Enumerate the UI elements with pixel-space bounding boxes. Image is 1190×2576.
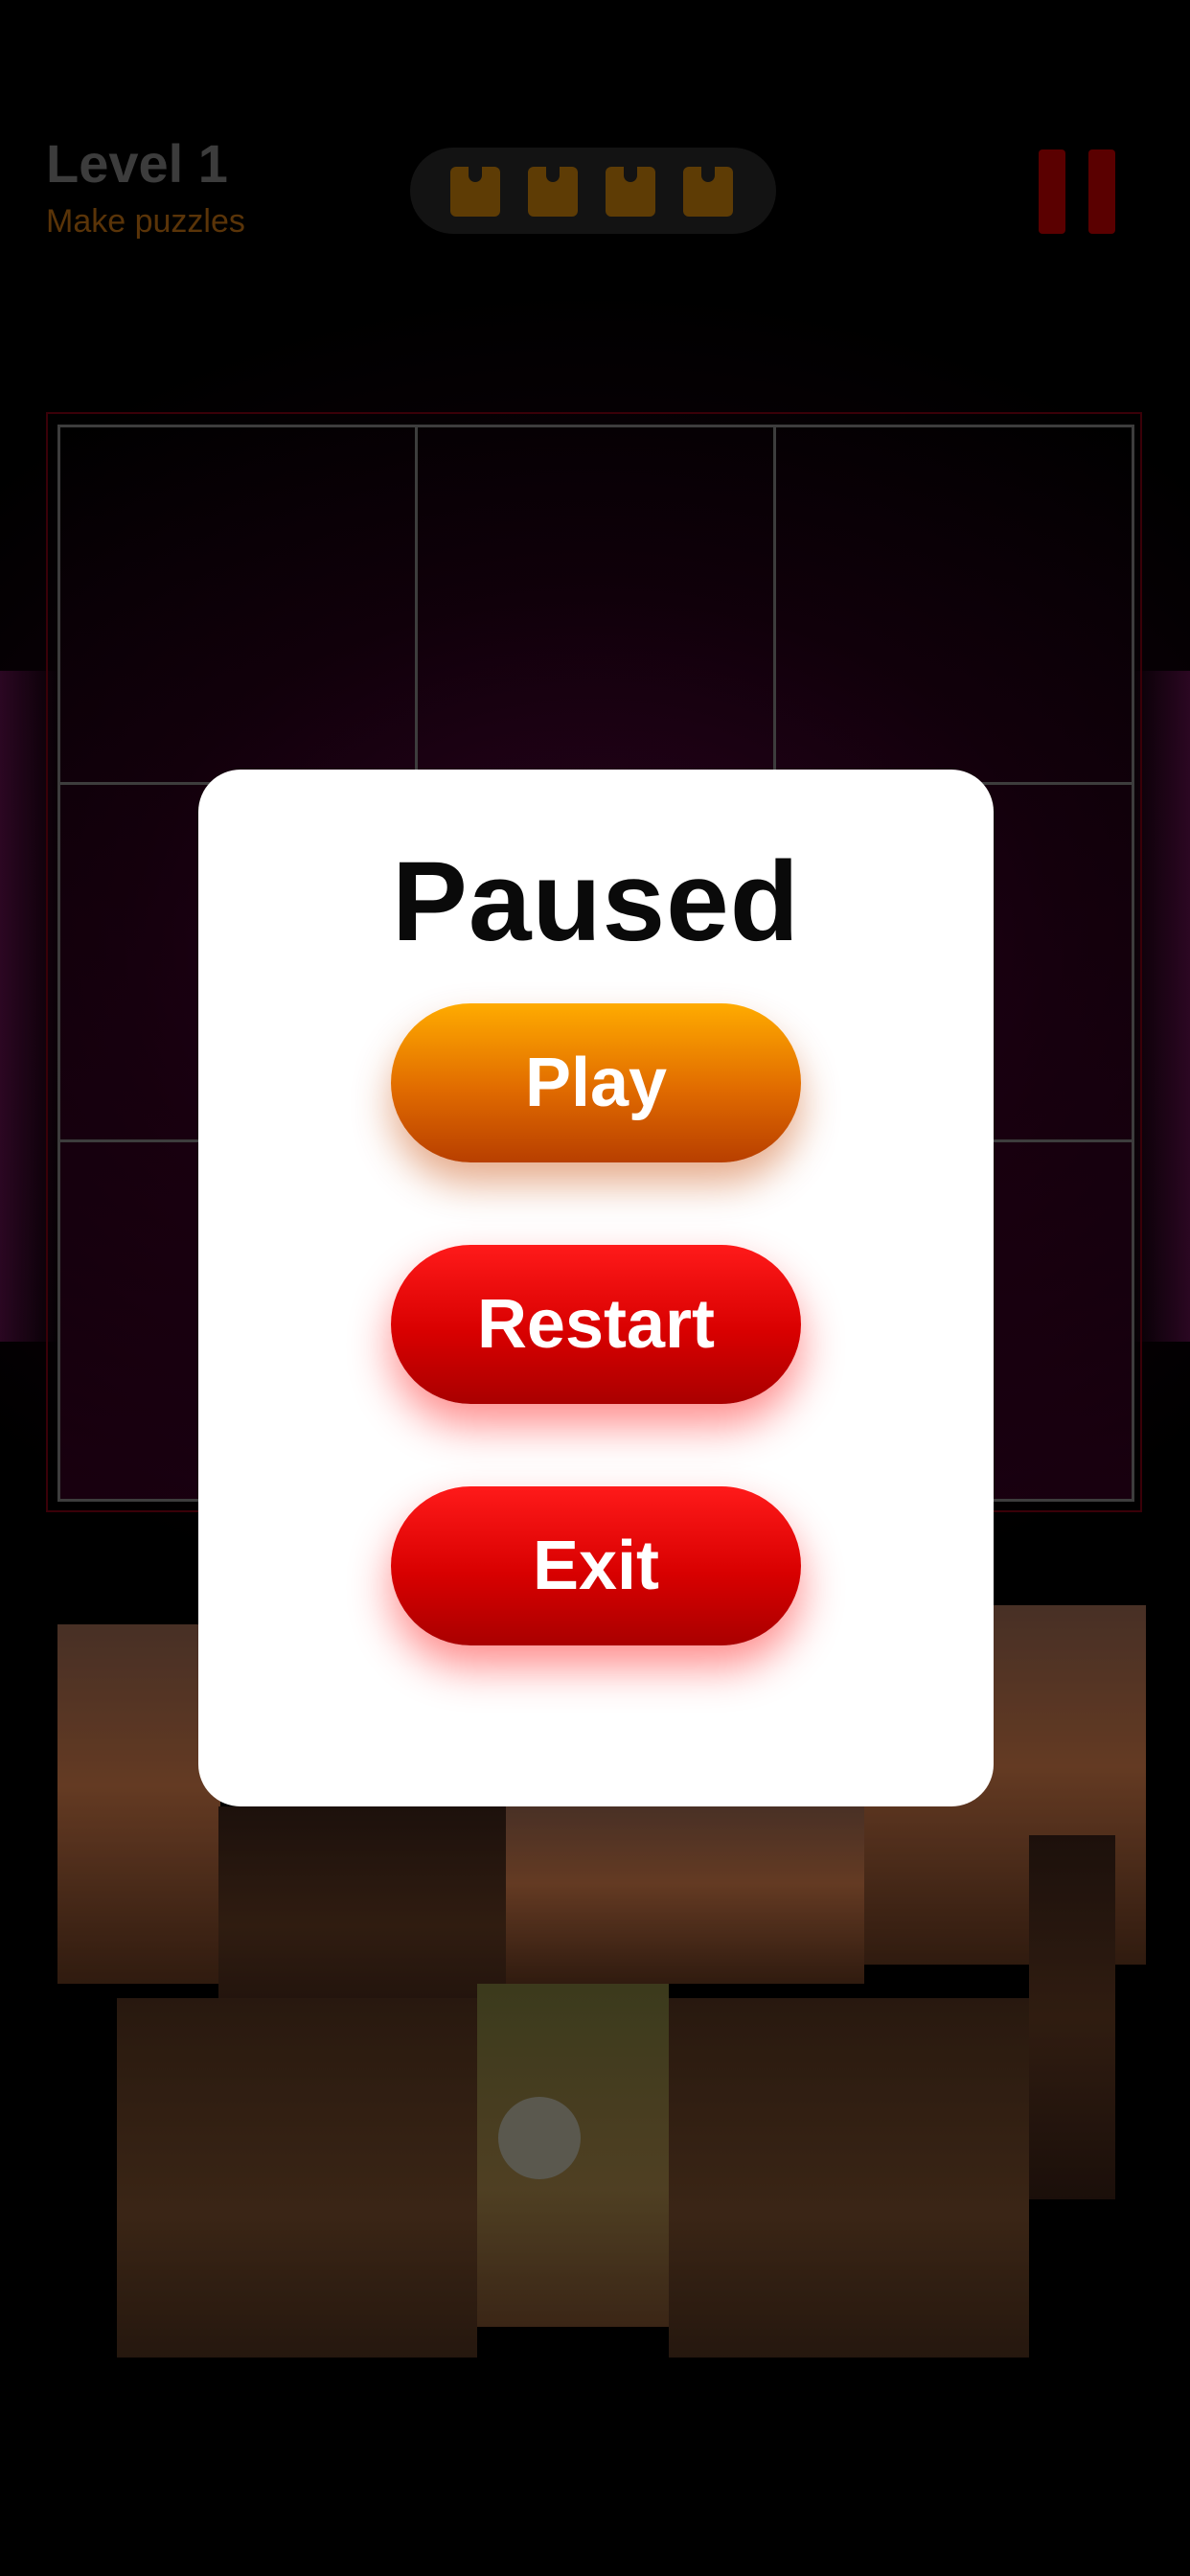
level-title: Level 1 (46, 133, 228, 194)
play-button[interactable]: Play (391, 1003, 801, 1162)
puzzle-piece[interactable] (669, 1998, 1029, 2358)
puzzle-piece-icon (606, 165, 655, 217)
exit-button[interactable]: Exit (391, 1486, 801, 1645)
puzzle-piece[interactable] (117, 1998, 477, 2358)
pause-icon (1039, 150, 1065, 234)
puzzle-piece-icon (683, 165, 733, 217)
level-subtitle: Make puzzles (46, 203, 245, 240)
puzzle-piece[interactable] (57, 1624, 220, 1984)
modal-title: Paused (392, 839, 800, 965)
puzzle-piece[interactable] (506, 1802, 864, 1984)
puzzle-piece-icon (450, 165, 500, 217)
pause-modal: Paused Play Restart Exit (198, 770, 994, 1806)
pause-button[interactable] (1039, 150, 1115, 234)
game-screen: Level 1 Make puzzles Paused Play Restart… (0, 0, 1190, 2576)
pause-icon-bar (1088, 150, 1115, 234)
puzzle-piece[interactable] (1029, 1835, 1115, 2199)
restart-button[interactable]: Restart (391, 1245, 801, 1404)
puzzle-piece-icon (528, 165, 578, 217)
sun-graphic (498, 2097, 581, 2179)
